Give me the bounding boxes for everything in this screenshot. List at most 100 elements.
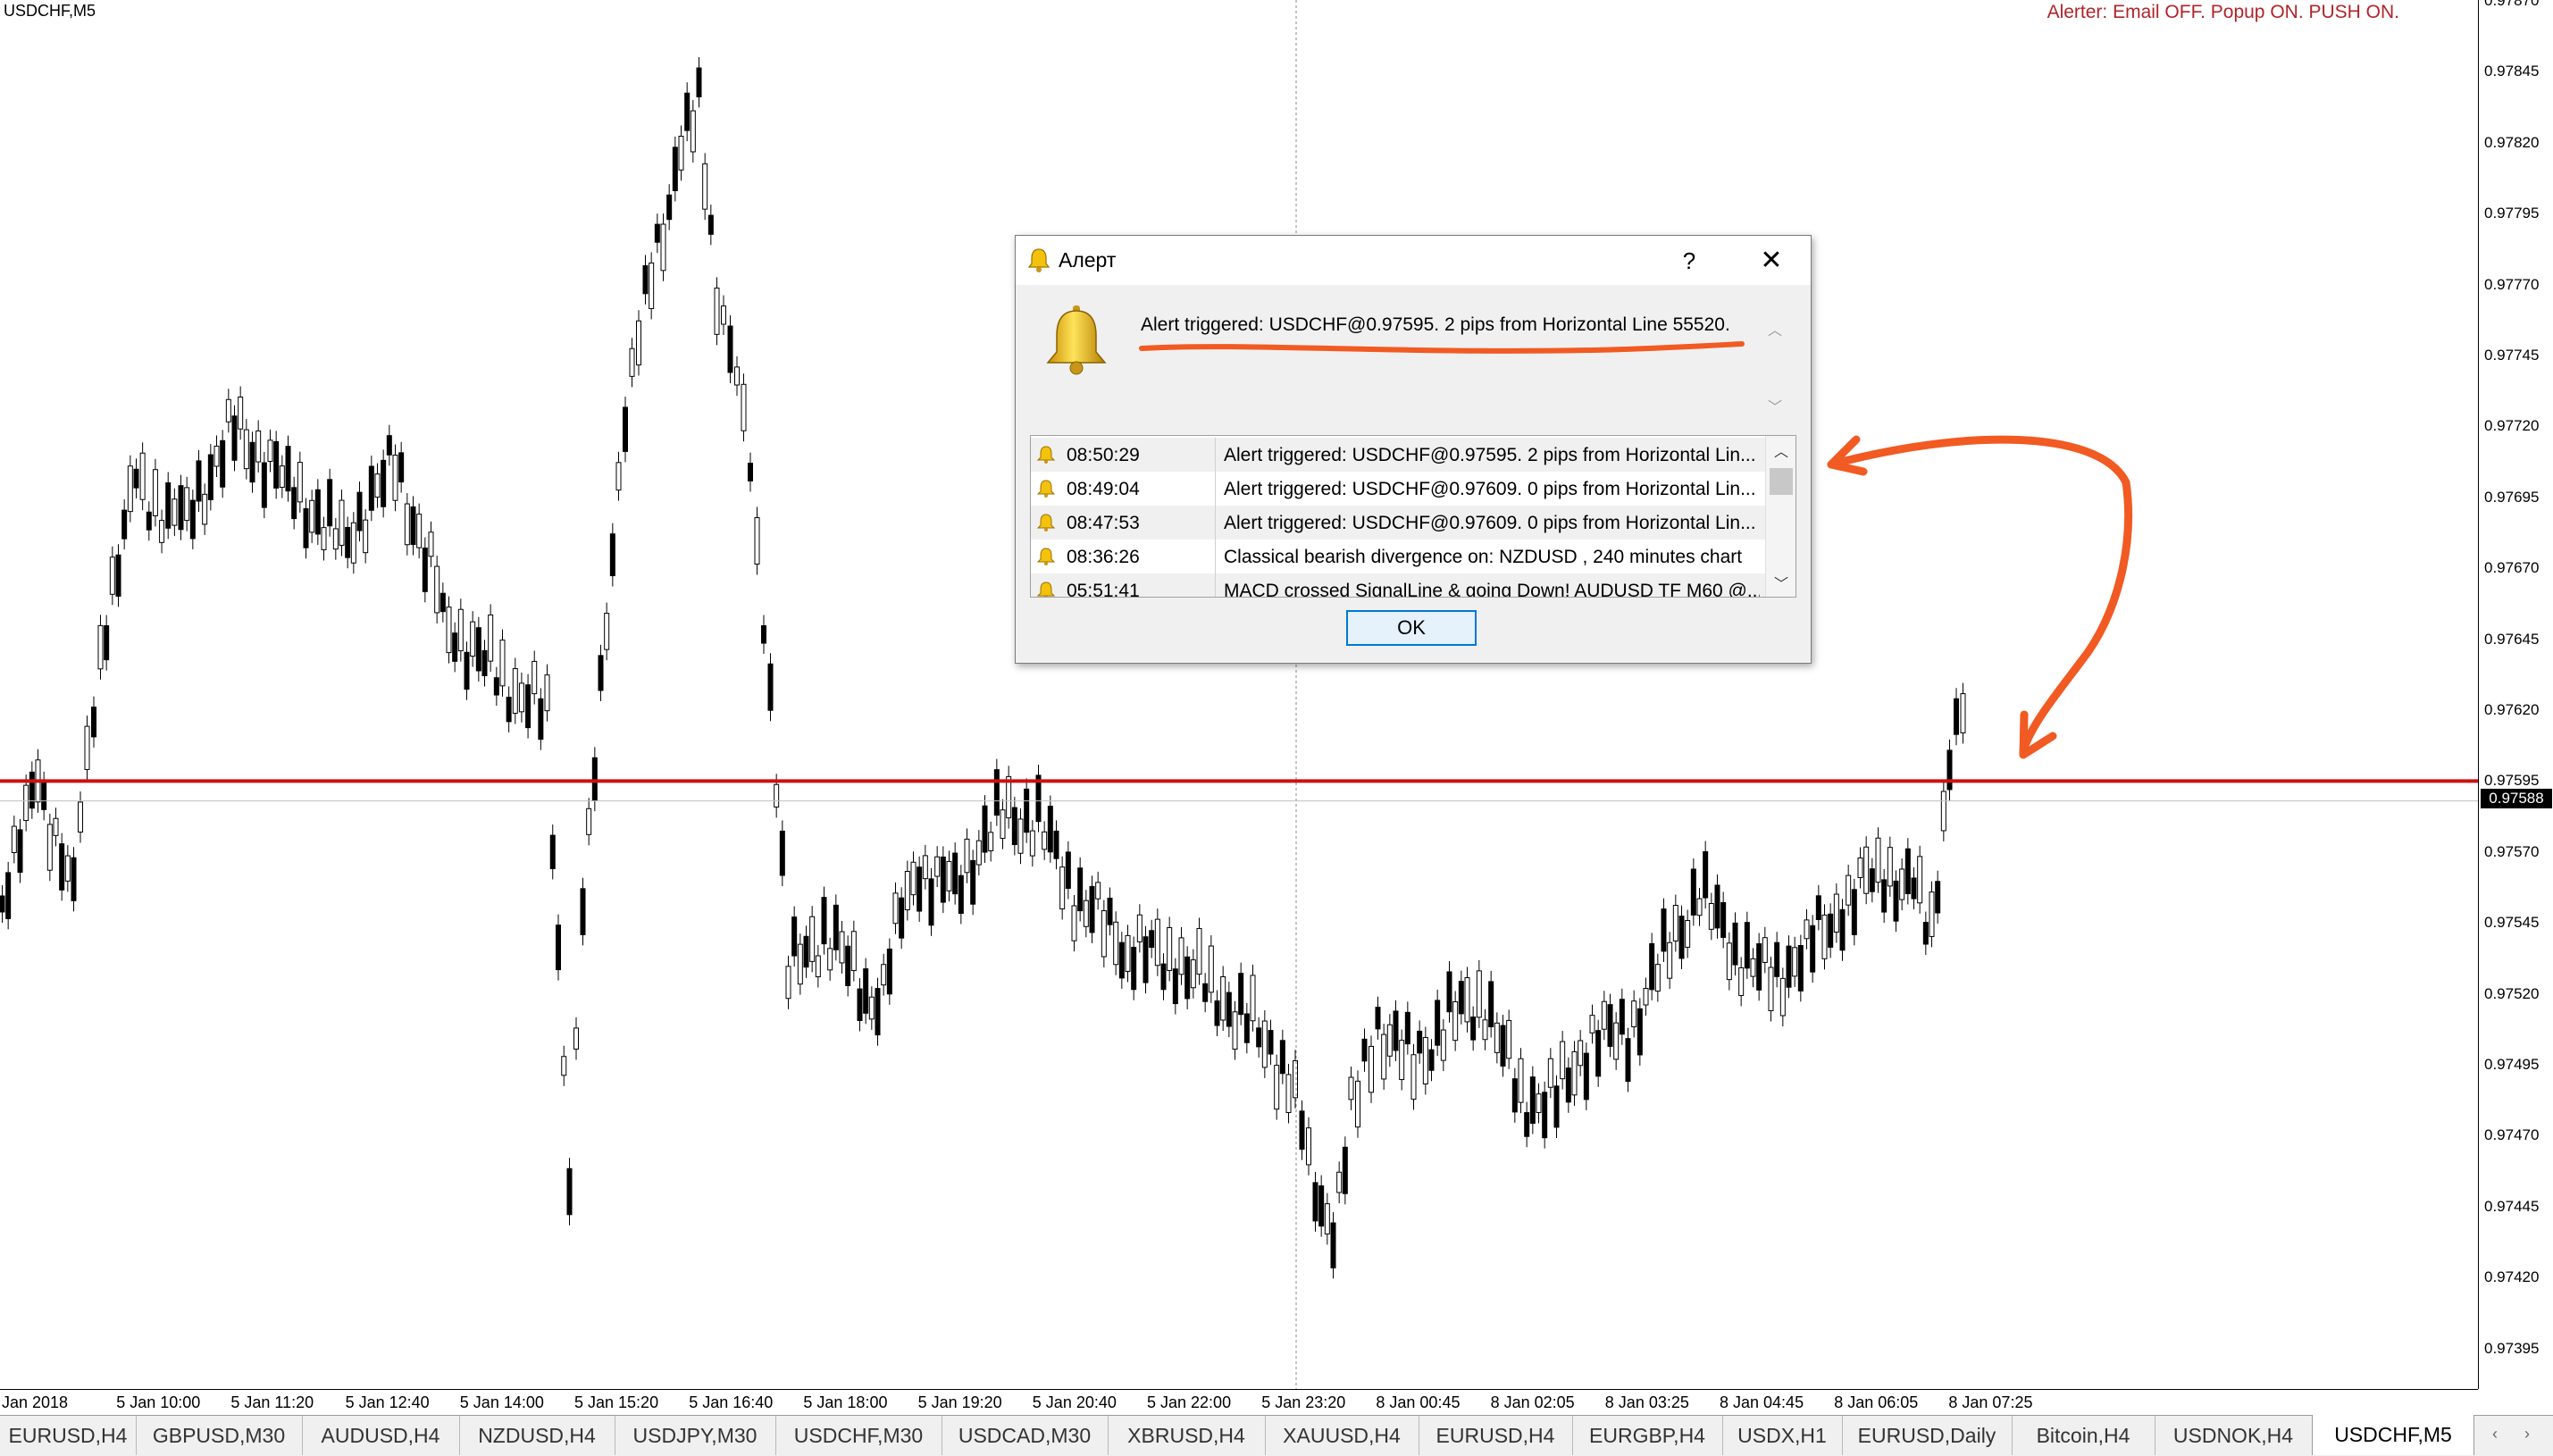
candle-body [1708, 903, 1714, 930]
price-axis-label: 0.97720 [2484, 417, 2540, 435]
tabs-scroll-left-icon[interactable]: ‹ [2492, 1425, 2498, 1443]
candle-body [1762, 937, 1768, 963]
candle-body [1625, 1038, 1631, 1083]
candle-body [1143, 936, 1149, 983]
candle-body [1846, 874, 1852, 906]
column-divider [1215, 506, 1216, 540]
candle-body [899, 897, 905, 939]
candle-body [398, 452, 405, 483]
chart-area[interactable]: USDCHF,M5 Alerter: Email OFF. Popup ON. … [0, 0, 2478, 1389]
candle-body [1202, 983, 1209, 1002]
help-button[interactable]: ? [1671, 245, 1707, 277]
dialog-title: Алерт [1059, 248, 1117, 272]
candle-body [922, 855, 928, 880]
candle-body [1810, 925, 1816, 973]
candle-body [598, 655, 604, 691]
candle-body [1595, 1030, 1602, 1077]
chart-tab[interactable]: EURGBP,H4 [1572, 1416, 1723, 1455]
scroll-down-icon[interactable]: ﹀ [1766, 572, 1795, 593]
alert-history-row[interactable]: 08:47:53 Alert triggered: USDCHF@0.97609.… [1031, 506, 1765, 540]
dialog-titlebar[interactable]: Алерт ? ✕ [1016, 236, 1811, 285]
alert-history-row[interactable]: 08:49:04 Alert triggered: USDCHF@0.97609.… [1031, 472, 1765, 506]
candle-body [532, 660, 538, 695]
candle-body [127, 465, 133, 513]
candle-body [586, 807, 592, 835]
candle-body [139, 452, 146, 500]
candle-body [1786, 945, 1792, 988]
candle-body [1899, 868, 1905, 900]
candlestick-chart[interactable] [0, 0, 2478, 1389]
close-button[interactable]: ✕ [1750, 245, 1793, 277]
price-axis-label: 0.97670 [2484, 559, 2540, 577]
candle-body [1285, 1074, 1292, 1114]
chart-tab[interactable]: Bitcoin,H4 [2012, 1416, 2155, 1455]
candle-body [285, 446, 291, 492]
candle-body [734, 366, 740, 386]
chart-tab[interactable]: USDNOK,H4 [2155, 1416, 2313, 1455]
chart-tab[interactable]: XBRUSD,H4 [1108, 1416, 1266, 1455]
candle-body [368, 465, 374, 511]
candle-body [1703, 850, 1709, 899]
candle-body [1330, 1222, 1336, 1268]
alert-text: Alert triggered: USDCHF@0.97609. 0 pips … [1224, 513, 1756, 533]
scroll-up-icon[interactable]: ︿ [1766, 439, 1795, 461]
candle-body [1243, 1013, 1250, 1043]
candle-body [470, 621, 476, 657]
candle-body [243, 429, 249, 470]
chart-tab[interactable]: USDCHF,M30 [775, 1416, 942, 1455]
chart-tab[interactable]: NZDUSD,H4 [459, 1416, 615, 1455]
candle-body [1661, 908, 1667, 952]
candle-body [23, 784, 29, 822]
candle-body [1136, 914, 1143, 942]
candle-body [1922, 922, 1929, 945]
candle-body [64, 855, 71, 882]
alert-history-row[interactable]: 05:51:41 MACD crossed SignalLine & going … [1031, 573, 1765, 597]
candle-body [279, 465, 285, 489]
candle-body [604, 613, 610, 650]
candle-body [207, 454, 213, 500]
candle-body [544, 674, 550, 712]
candle-body [133, 468, 139, 489]
alert-list-scrollbar[interactable]: ︿ ﹀ [1765, 436, 1795, 597]
candle-body [1089, 885, 1095, 933]
chart-tab[interactable]: XAUUSD,H4 [1265, 1416, 1419, 1455]
candle-body [1131, 946, 1137, 991]
candle-body [623, 406, 628, 452]
candle-body [809, 916, 816, 962]
chart-tab[interactable]: USDCAD,M30 [942, 1416, 1109, 1455]
chart-tab[interactable]: EURUSD,H4 [0, 1416, 137, 1455]
chart-tab[interactable]: USDJPY,M30 [615, 1416, 776, 1455]
chart-tab[interactable]: EURUSD,Daily [1842, 1416, 2013, 1455]
candle-body [1386, 1024, 1393, 1057]
ok-button[interactable]: OK [1346, 610, 1477, 646]
alert-time: 08:47:53 [1067, 513, 1140, 533]
candle-body [1613, 1022, 1620, 1060]
alert-history-row[interactable]: 08:50:29 Alert triggered: USDCHF@0.97595.… [1031, 438, 1765, 472]
tabs-scroll-right-icon[interactable]: › [2524, 1425, 2530, 1443]
price-axis-label: 0.97395 [2484, 1339, 2540, 1357]
chart-tab[interactable]: AUDUSD,H4 [302, 1416, 460, 1455]
chart-tab[interactable]: USDCHF,M5 [2312, 1415, 2474, 1455]
chart-tab[interactable]: GBPUSD,M30 [136, 1416, 303, 1455]
candle-body [78, 801, 83, 833]
candle-body [1547, 1058, 1553, 1088]
candle-body [1167, 926, 1173, 971]
chart-tab[interactable]: USDX,H1 [1722, 1416, 1843, 1455]
candle-body [525, 684, 532, 729]
candle-body [428, 531, 434, 557]
candle-body [59, 843, 65, 891]
candle-body [1342, 1146, 1348, 1194]
time-axis-label: 5 Jan 16:40 [689, 1393, 774, 1411]
candle-body [1113, 921, 1119, 966]
candle-body [104, 625, 110, 661]
candle-body [1649, 942, 1655, 991]
alert-history-list[interactable]: 05:51:41 MACD crossed SignalLine & going … [1030, 435, 1796, 598]
bell-icon-large [1046, 305, 1107, 375]
scroll-thumb[interactable] [1770, 468, 1793, 495]
candle-body [754, 517, 760, 565]
candle-body [1929, 891, 1935, 937]
alert-history-row[interactable]: 08:36:26 Classical bearish divergence on:… [1031, 540, 1765, 573]
candle-body [1440, 1029, 1446, 1061]
chart-tab[interactable]: EURUSD,H4 [1419, 1416, 1573, 1455]
candle-body [1667, 941, 1673, 979]
